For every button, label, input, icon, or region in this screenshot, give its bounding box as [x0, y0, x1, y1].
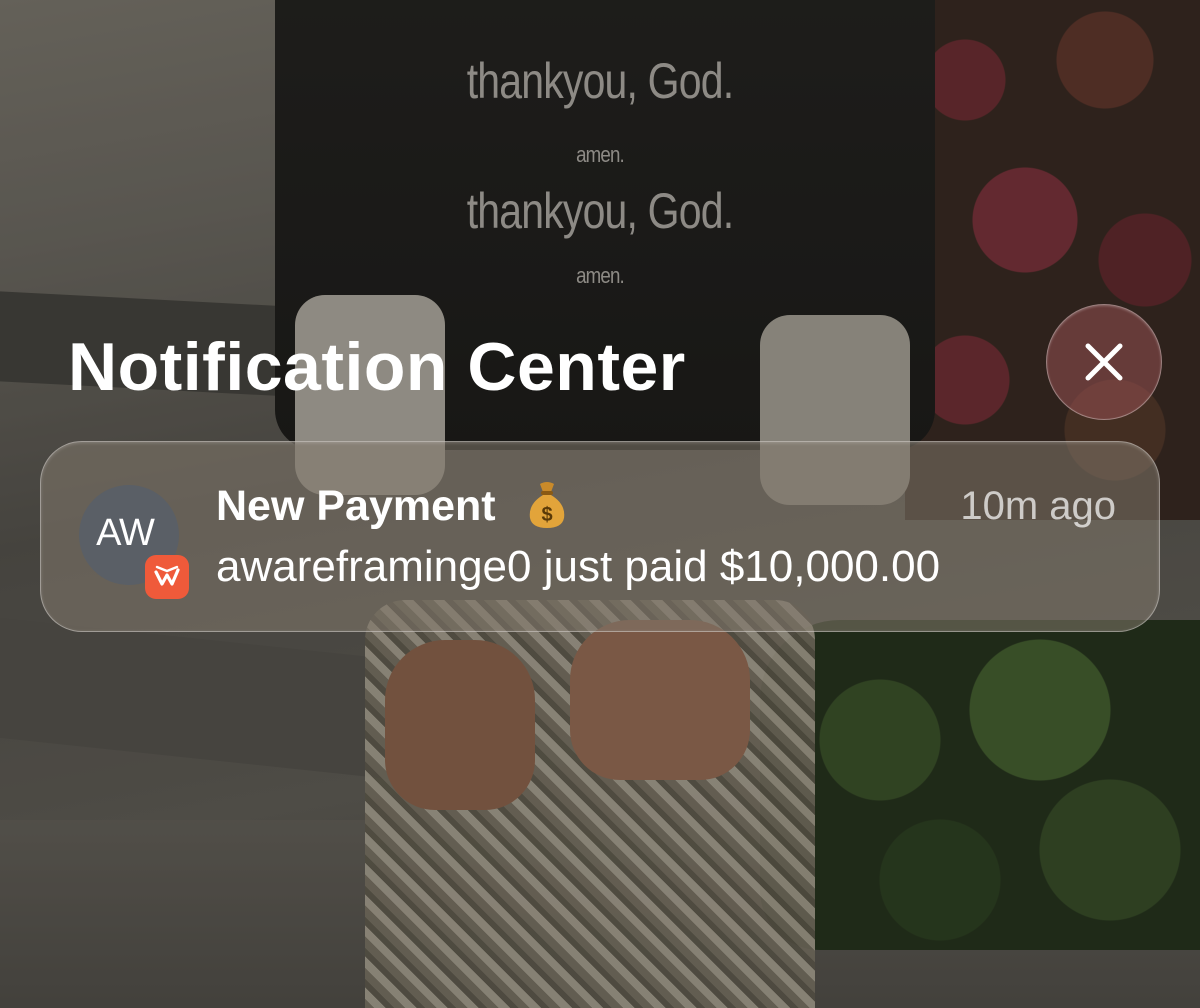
notification-title: New Payment [216, 482, 496, 530]
heart-check-icon [154, 565, 180, 586]
notification-body: awareframinge0 just paid $10,000.00 [216, 542, 941, 591]
svg-text:$: $ [541, 504, 552, 526]
close-icon [1085, 343, 1123, 381]
notification-header: New Payment $ 10m ago [216, 478, 1116, 534]
notification-title-wrap: New Payment $ [216, 478, 568, 534]
notification-time: 10m ago [960, 484, 1116, 528]
money-bag-icon: $ [529, 482, 564, 528]
payment-notification[interactable]: AW New Payment $ 10m ago awareframinge0 … [40, 441, 1160, 632]
notification-center-title: Notification Center [68, 329, 686, 405]
avatar-initials: AW [96, 511, 155, 554]
payment-app-icon [145, 555, 189, 599]
close-button[interactable] [1046, 304, 1162, 420]
